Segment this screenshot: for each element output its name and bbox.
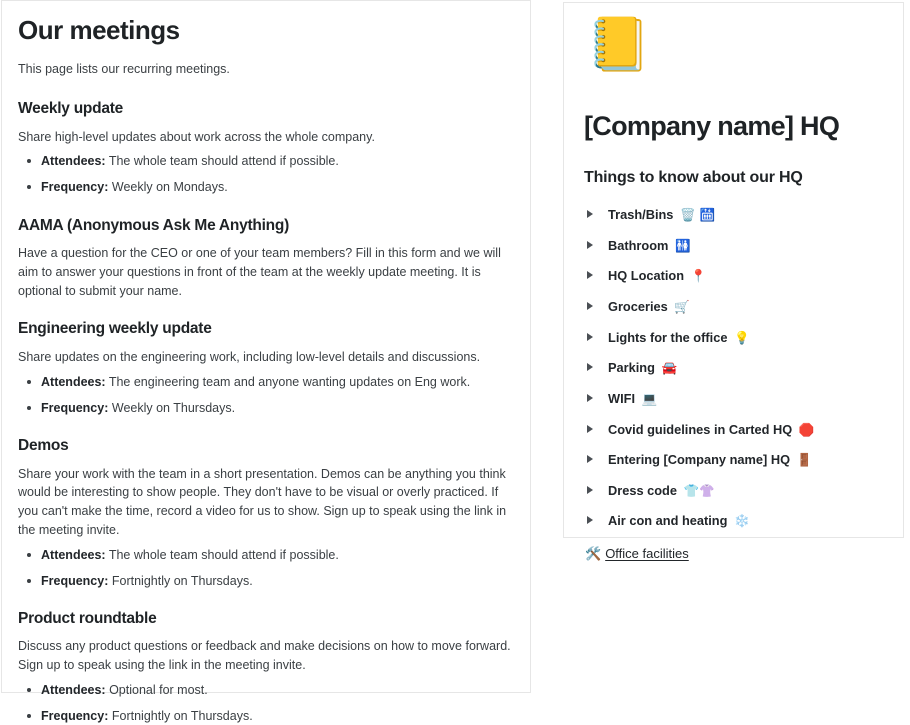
lightbulb-icon: 💡 bbox=[734, 329, 750, 345]
page-title: Our meetings bbox=[18, 15, 180, 45]
meeting-section-product-roundtable: Product roundtable Discuss any product q… bbox=[18, 610, 512, 725]
toggle-item-label: Air con and heating bbox=[608, 513, 728, 529]
hq-toggle-list: Trash/Bins 🗑️ 🛗 Bathroom 🚻 HQ Location 📍… bbox=[580, 207, 887, 530]
toggle-item-hq-location[interactable]: HQ Location 📍 bbox=[580, 268, 887, 285]
section-heading: Weekly update bbox=[18, 100, 124, 118]
attendees-label: Attendees: bbox=[41, 154, 106, 169]
wastebasket-icon: 🗑️ 🛗 bbox=[680, 207, 716, 223]
car-icon: 🚘 bbox=[661, 360, 678, 376]
frequency-label: Frequency: bbox=[41, 400, 109, 415]
toggle-item-wifi[interactable]: WIFI 💻 bbox=[580, 391, 887, 408]
list-item-attendees: Attendees: The engineering team and anyo… bbox=[18, 373, 512, 391]
laptop-icon: 💻 bbox=[641, 390, 658, 406]
page-intro-text: This page lists our recurring meetings. bbox=[18, 61, 230, 76]
chevron-right-icon[interactable] bbox=[587, 302, 593, 311]
list-item-frequency: Frequency: Fortnightly on Thursdays. bbox=[18, 572, 512, 590]
meeting-facts-list: Attendees: The whole team should attend … bbox=[18, 546, 512, 590]
office-facilities-link[interactable]: Office facilities bbox=[605, 546, 689, 561]
toggle-item-groceries[interactable]: Groceries 🛒 bbox=[580, 299, 887, 316]
list-item-frequency: Frequency: Weekly on Thursdays. bbox=[18, 399, 512, 417]
toggle-item-trash-bins[interactable]: Trash/Bins 🗑️ 🛗 bbox=[580, 207, 887, 224]
meeting-section-weekly-update: Weekly update Share high-level updates a… bbox=[18, 100, 512, 197]
frequency-value: Weekly on Thursdays. bbox=[111, 400, 236, 415]
toggle-item-lights-for-the-office[interactable]: Lights for the office 💡 bbox=[580, 330, 887, 347]
hq-page-title: [Company name] HQ bbox=[584, 111, 840, 141]
toggle-item-parking[interactable]: Parking 🚘 bbox=[580, 360, 887, 377]
section-body: Share your work with the team in a short… bbox=[18, 466, 507, 537]
chevron-right-icon[interactable] bbox=[587, 363, 593, 372]
chevron-right-icon[interactable] bbox=[587, 271, 593, 280]
chevron-right-icon[interactable] bbox=[587, 393, 593, 402]
attendees-value: The whole team should attend if possible… bbox=[108, 547, 339, 562]
hammer-and-wrench-icon: 🛠️ bbox=[585, 547, 602, 563]
list-item-attendees: Attendees: The whole team should attend … bbox=[18, 546, 512, 564]
attendees-value: The engineering team and anyone wanting … bbox=[108, 374, 471, 389]
section-heading: Demos bbox=[18, 437, 69, 455]
meeting-section-engineering-weekly-update: Engineering weekly update Share updates … bbox=[18, 320, 512, 417]
frequency-value: Weekly on Mondays. bbox=[111, 180, 228, 195]
chevron-right-icon[interactable] bbox=[587, 455, 593, 464]
chevron-right-icon[interactable] bbox=[587, 240, 593, 249]
hq-page-subtitle: Things to know about our HQ bbox=[584, 169, 803, 187]
stop-sign-icon: 🛑 bbox=[798, 421, 815, 437]
frequency-value: Fortnightly on Thursdays. bbox=[111, 709, 253, 724]
meeting-section-aama: AAMA (Anonymous Ask Me Anything) Have a … bbox=[18, 217, 512, 301]
toggle-item-label: HQ Location bbox=[608, 268, 685, 284]
section-body: Have a question for the CEO or one of yo… bbox=[18, 246, 501, 298]
toggle-item-dress-code[interactable]: Dress code 👕👚 bbox=[580, 483, 887, 500]
door-icon: 🚪 bbox=[796, 452, 813, 468]
shopping-cart-icon: 🛒 bbox=[674, 299, 690, 315]
toggle-item-covid-guidelines[interactable]: Covid guidelines in Carted HQ 🛑 bbox=[580, 422, 887, 439]
toggle-item-label: Dress code bbox=[608, 482, 677, 498]
toggle-item-label: Bathroom bbox=[608, 237, 669, 253]
section-body: Share high-level updates about work acro… bbox=[18, 129, 375, 144]
chevron-right-icon[interactable] bbox=[587, 424, 593, 433]
chevron-right-icon[interactable] bbox=[587, 485, 593, 494]
frequency-label: Frequency: bbox=[41, 573, 109, 588]
toggle-item-label: Lights for the office bbox=[608, 329, 728, 345]
tshirt-icon: 👕👚 bbox=[683, 482, 715, 498]
attendees-label: Attendees: bbox=[41, 547, 106, 562]
snowflake-icon: ❄️ bbox=[734, 513, 750, 529]
toggle-item-label: Covid guidelines in Carted HQ bbox=[608, 421, 793, 437]
attendees-label: Attendees: bbox=[41, 682, 106, 697]
meeting-facts-list: Attendees: The engineering team and anyo… bbox=[18, 373, 512, 417]
meetings-page-panel: Our meetings This page lists our recurri… bbox=[1, 0, 531, 723]
frequency-label: Frequency: bbox=[41, 709, 109, 724]
restroom-icon: 🚻 bbox=[675, 237, 691, 253]
section-heading: Product roundtable bbox=[18, 609, 157, 627]
section-heading: AAMA (Anonymous Ask Me Anything) bbox=[18, 216, 289, 234]
chevron-right-icon[interactable] bbox=[587, 210, 593, 219]
ledger-icon: 📒 bbox=[586, 15, 651, 75]
toggle-item-bathroom[interactable]: Bathroom 🚻 bbox=[580, 238, 887, 255]
toggle-item-entering-hq[interactable]: Entering [Company name] HQ 🚪 bbox=[580, 452, 887, 469]
list-item-frequency: Frequency: Weekly on Mondays. bbox=[18, 178, 512, 196]
list-item-attendees: Attendees: The whole team should attend … bbox=[18, 152, 512, 170]
frequency-value: Fortnightly on Thursdays. bbox=[111, 573, 253, 588]
section-heading: Engineering weekly update bbox=[18, 320, 212, 338]
meeting-facts-list: Attendees: The whole team should attend … bbox=[18, 152, 512, 196]
list-item-attendees: Attendees: Optional for most. bbox=[18, 681, 512, 699]
list-item-frequency: Frequency: Fortnightly on Thursdays. bbox=[18, 707, 512, 725]
attendees-value: The whole team should attend if possible… bbox=[108, 154, 339, 169]
toggle-item-label: Entering [Company name] HQ bbox=[608, 452, 791, 468]
toggle-item-label: WIFI bbox=[608, 390, 636, 406]
attendees-value: Optional for most. bbox=[109, 682, 208, 697]
section-body: Discuss any product questions or feedbac… bbox=[18, 639, 511, 673]
attendees-label: Attendees: bbox=[41, 374, 106, 389]
frequency-label: Frequency: bbox=[41, 180, 109, 195]
chevron-right-icon[interactable] bbox=[587, 332, 593, 341]
chevron-right-icon[interactable] bbox=[587, 516, 593, 525]
meeting-facts-list: Attendees: Optional for most. Frequency:… bbox=[18, 681, 512, 725]
map-pin-icon: 📍 bbox=[690, 268, 707, 284]
meeting-section-demos: Demos Share your work with the team in a… bbox=[18, 437, 512, 590]
toggle-item-air-con-and-heating[interactable]: Air con and heating ❄️ bbox=[580, 513, 887, 530]
toggle-item-label: Trash/Bins bbox=[608, 207, 674, 223]
toggle-item-label: Groceries bbox=[608, 299, 668, 315]
toggle-item-label: Parking bbox=[608, 360, 655, 376]
hq-page-panel: 📒 [Company name] HQ Things to know about… bbox=[563, 2, 904, 562]
section-body: Share updates on the engineering work, i… bbox=[18, 350, 481, 365]
office-facilities-row[interactable]: 🛠️ Office facilities bbox=[580, 546, 887, 564]
